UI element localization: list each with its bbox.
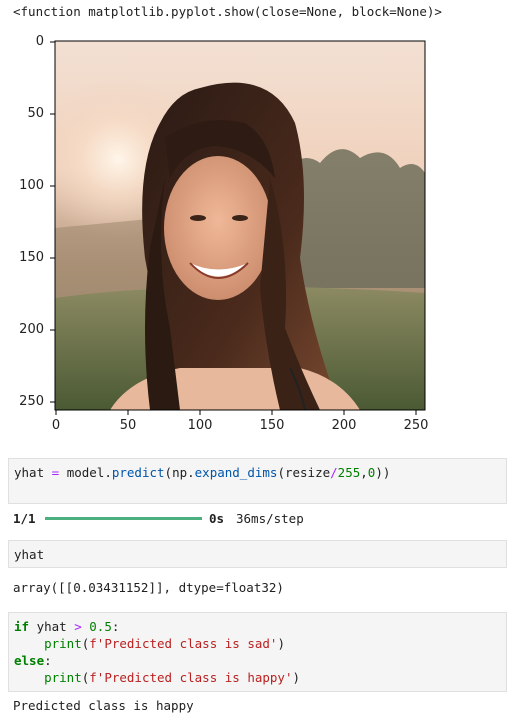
code-token: f'Predicted class is happy' <box>89 670 293 685</box>
x-ticks <box>55 410 417 415</box>
progress-bar <box>45 517 202 520</box>
progress-bar-fill <box>45 517 202 520</box>
code-token: (resize <box>277 465 331 480</box>
y-tick-label: 200 <box>19 322 44 337</box>
code-token: : <box>44 653 52 668</box>
code-token: )) <box>375 465 391 480</box>
code-token: if <box>14 619 30 634</box>
code-line[interactable]: yhat <box>14 547 44 562</box>
code-token: 0.5 <box>89 619 112 634</box>
code-line[interactable]: if yhat > 0.5: <box>14 619 300 636</box>
x-tick-label: 250 <box>403 418 429 433</box>
code-cell-predict[interactable]: yhat = model.predict(np.expand_dims(resi… <box>8 458 507 504</box>
code-token: / <box>330 465 338 480</box>
code-cell-if-else[interactable]: if yhat > 0.5: print(f'Predicted class i… <box>8 612 507 692</box>
code-token: ) <box>292 670 301 685</box>
code-token: print <box>44 670 82 685</box>
code-token: ) <box>277 636 285 651</box>
y-tick-label: 50 <box>27 106 44 121</box>
code-token: , <box>360 465 368 480</box>
code-token: else <box>14 653 45 668</box>
function-repr-output: <function matplotlib.pyplot.show(close=N… <box>13 4 442 19</box>
y-tick-label: 0 <box>35 34 44 49</box>
y-tick-label: 250 <box>19 394 44 409</box>
code-token: : <box>111 619 120 634</box>
image-plot-figure: 0 50 100 150 200 250 0 50 100 150 200 25… <box>0 28 507 438</box>
code-line[interactable]: else: <box>14 653 300 670</box>
code-token: predict <box>111 465 165 480</box>
y-tick-label: 100 <box>19 178 44 193</box>
keras-progress-output: 1/1 0s 36ms/step <box>13 511 503 527</box>
code-token: model. <box>59 465 112 480</box>
x-tick-label: 100 <box>187 418 213 433</box>
code-token: yhat <box>29 619 75 634</box>
x-tick-label: 200 <box>331 418 357 433</box>
photo-image <box>55 41 425 410</box>
code-block[interactable]: if yhat > 0.5: print(f'Predicted class i… <box>14 619 300 687</box>
final-prediction-output: Predicted class is happy <box>13 698 194 713</box>
y-ticks <box>50 41 55 403</box>
y-tick-label: 150 <box>19 250 44 265</box>
code-token: f'Predicted class is sad' <box>89 636 278 651</box>
code-token: yhat <box>14 465 52 480</box>
image-plot-svg <box>50 40 426 415</box>
progress-step: 1/1 <box>13 511 36 526</box>
code-line[interactable]: print(f'Predicted class is sad') <box>14 636 300 653</box>
x-tick-label: 0 <box>51 418 61 433</box>
code-token: print <box>44 636 82 651</box>
x-tick-label: 50 <box>119 418 137 433</box>
code-line[interactable]: yhat = model.predict(np.expand_dims(resi… <box>14 465 390 480</box>
yhat-output: array([[0.03431152]], dtype=float32) <box>13 580 284 595</box>
progress-time: 0s <box>209 511 225 526</box>
progress-rate: 36ms/step <box>236 511 304 526</box>
code-cell-yhat[interactable]: yhat <box>8 540 507 568</box>
code-line[interactable]: print(f'Predicted class is happy') <box>14 670 300 687</box>
code-token: > <box>74 619 82 634</box>
code-token: expand_dims <box>194 465 278 480</box>
code-token: (np. <box>164 465 195 480</box>
x-tick-label: 150 <box>259 418 285 433</box>
code-token: 255 <box>337 465 361 480</box>
